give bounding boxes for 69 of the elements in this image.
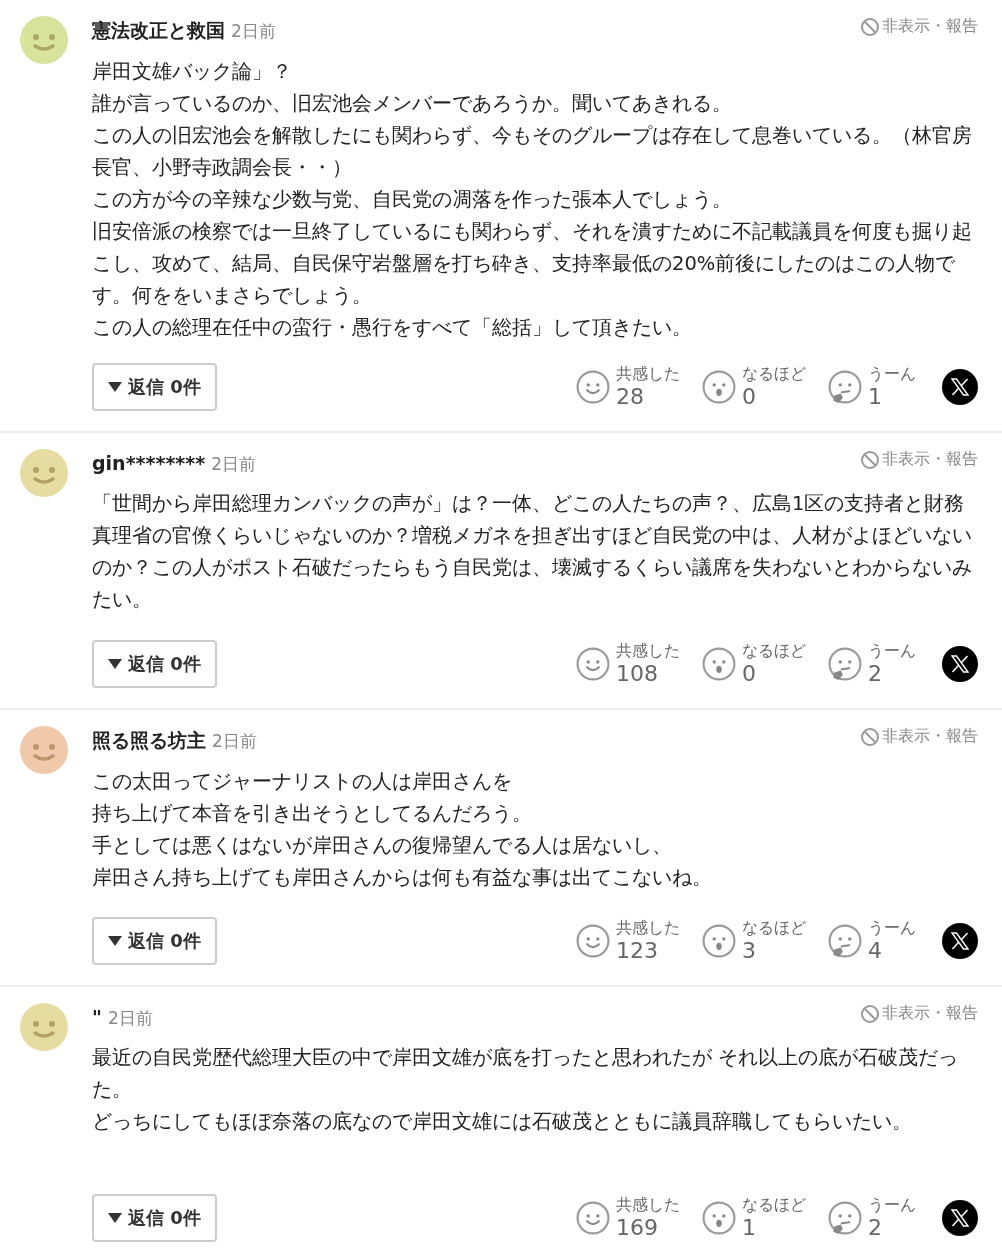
smile-icon bbox=[576, 924, 610, 958]
smile-icon bbox=[576, 647, 610, 681]
thinking-face-icon bbox=[828, 1201, 862, 1235]
caret-icon bbox=[108, 936, 122, 946]
comment-text: 旧安倍派の検察では一旦終了しているにも関わらず、それを潰すために不記載議員を何度も掘り起こし、攻めて、結局、自民保守岩盤層を打ち砕き、支持率最低の20%前後にしたのはこの人物です。何ををいまさらでしょう。 bbox=[92, 218, 973, 309]
x-logo-icon bbox=[951, 378, 969, 396]
comment-text: 手としては悪くはないが岸田さんの復帰望んでる人は居ないし、 bbox=[92, 832, 673, 859]
post-time: 2日前 bbox=[231, 19, 276, 43]
reaction-button[interactable]: 共感した 123 bbox=[576, 918, 680, 964]
prohibited-icon bbox=[860, 726, 880, 747]
reaction-button[interactable]: うーん 2 bbox=[828, 1195, 916, 1241]
x-logo-icon bbox=[951, 932, 969, 950]
reaction-button[interactable]: なるほど 0 bbox=[702, 364, 806, 410]
surprised-face-icon bbox=[702, 1201, 736, 1235]
post-time: 2日前 bbox=[211, 452, 256, 476]
comment-text: 最近の自民党歴代総理大臣の中で岸田文雄が底を打ったと思われたが それ以上の底が石破茂だった。 bbox=[92, 1044, 960, 1103]
thinking-face-icon bbox=[828, 924, 862, 958]
caret-icon bbox=[108, 382, 122, 392]
share-x-button[interactable] bbox=[942, 1200, 978, 1236]
user-name: 憲法改正と救国 bbox=[92, 17, 225, 43]
thinking-face-icon bbox=[828, 370, 862, 404]
reaction-button[interactable]: なるほど 1 bbox=[702, 1195, 806, 1241]
replies-button[interactable]: 返信 0件 bbox=[92, 363, 217, 411]
comment-text: 誰が言っているのか、旧宏池会メンバーであろうか。聞いてあきれる。 bbox=[92, 90, 733, 117]
surprised-face-icon bbox=[702, 370, 736, 404]
hide-report-link[interactable]: 非表示・報告 bbox=[860, 726, 978, 747]
caret-icon bbox=[108, 659, 122, 669]
comment-text: 岸田文雄バック論」？ bbox=[92, 58, 293, 85]
reaction-button[interactable]: 共感した 28 bbox=[576, 364, 680, 410]
share-x-button[interactable] bbox=[942, 646, 978, 682]
replies-button[interactable]: 返信 0件 bbox=[92, 917, 217, 965]
comment-text: この人の旧宏池会を解散したにも関わらず、今もそのグループは存在して息巻いている。（林官房長官、小野寺政調会長・・） bbox=[92, 122, 973, 181]
prohibited-icon bbox=[860, 16, 880, 37]
comment-text: 持ち上げて本音を引き出そうとしてるんだろう。 bbox=[92, 800, 533, 827]
comment-text: この人の総理在任中の蛮行・愚行をすべて「総括」して頂きたい。 bbox=[92, 314, 693, 341]
surprised-face-icon bbox=[702, 924, 736, 958]
comment-text: 岸田さん持ち上げても岸田さんからは何も有益な事は出てこないね。 bbox=[92, 864, 713, 891]
smile-icon bbox=[576, 370, 610, 404]
replies-button[interactable]: 返信 0件 bbox=[92, 640, 217, 688]
hide-report-link[interactable]: 非表示・報告 bbox=[860, 449, 978, 470]
post-time: 2日前 bbox=[107, 1006, 153, 1030]
comment-text: どっちにしてもほぼ奈落の底なので岸田文雄には石破茂とともに議員辞職してもらいたい。 bbox=[92, 1108, 913, 1135]
reaction-button[interactable]: うーん 4 bbox=[828, 918, 916, 964]
reaction-button[interactable]: うーん 2 bbox=[828, 641, 916, 687]
user-name: " bbox=[92, 1005, 102, 1028]
prohibited-icon bbox=[860, 1003, 880, 1024]
surprised-face-icon bbox=[702, 647, 736, 681]
reaction-button[interactable]: なるほど 3 bbox=[702, 918, 806, 964]
comment-text: 「世間から岸田総理カンバックの声が」は？一体、どこの人たちの声？、広島1区の支持者と財務真理省の官僚くらいじゃないのか？増税メガネを担ぎ出すほど自民党の中は、人材がよほどいないのか？この人がポスト石破だったらもう自民党は、壊滅するくらい議席を失わないとわからないみたい。 bbox=[92, 490, 973, 613]
share-x-button[interactable] bbox=[942, 369, 978, 405]
reaction-button[interactable]: 共感した 169 bbox=[576, 1195, 680, 1241]
smile-icon bbox=[576, 1201, 610, 1235]
thinking-face-icon bbox=[828, 647, 862, 681]
user-name: 照る照る坊主 bbox=[92, 727, 206, 753]
x-logo-icon bbox=[951, 1209, 969, 1227]
caret-icon bbox=[108, 1213, 122, 1223]
reaction-button[interactable]: うーん 1 bbox=[828, 364, 916, 410]
prohibited-icon bbox=[860, 449, 880, 470]
reaction-button[interactable]: なるほど 0 bbox=[702, 641, 806, 687]
user-name: gin******** bbox=[92, 451, 206, 474]
reaction-button[interactable]: 共感した 108 bbox=[576, 641, 680, 687]
share-x-button[interactable] bbox=[942, 923, 978, 959]
comment-text: この方が今の辛辣な少数与党、自民党の凋落を作った張本人でしょう。 bbox=[92, 186, 733, 213]
hide-report-link[interactable]: 非表示・報告 bbox=[860, 1003, 978, 1024]
post-time: 2日前 bbox=[212, 729, 257, 753]
comment-text: この太田ってジャーナリストの人は岸田さんを bbox=[92, 768, 513, 795]
hide-report-link[interactable]: 非表示・報告 bbox=[860, 16, 978, 37]
replies-button[interactable]: 返信 0件 bbox=[92, 1194, 217, 1242]
x-logo-icon bbox=[951, 655, 969, 673]
